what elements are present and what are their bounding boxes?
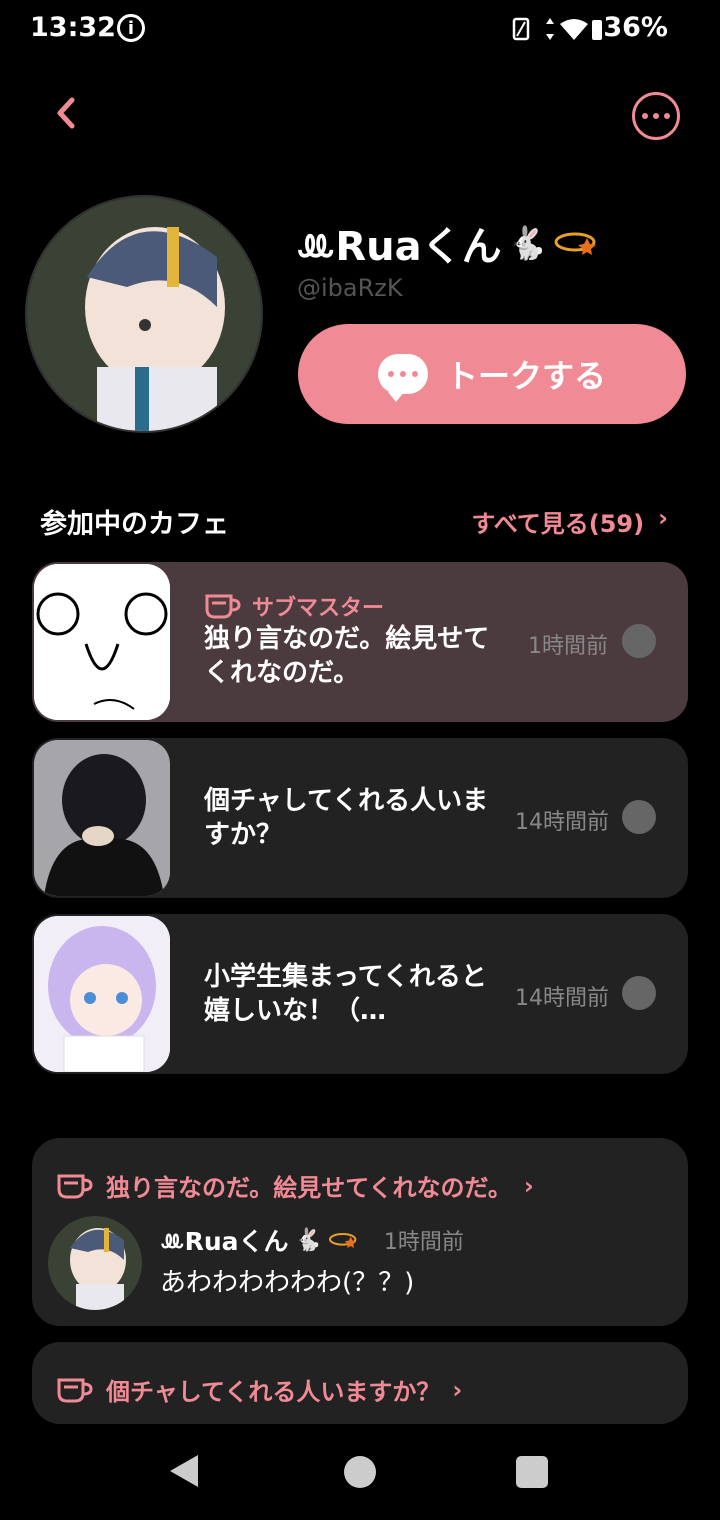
more-options-button[interactable] — [632, 92, 680, 140]
halo-icon — [554, 232, 597, 255]
rabbit-icon: 🐇 — [507, 224, 548, 262]
post-author: ꔛRuaくん 🐇 1時間前 — [160, 1222, 464, 1258]
post-body: あわわわわわわ(？？) — [160, 1268, 415, 1298]
battery-percent: 36% — [603, 12, 668, 43]
cafe-thumbnail — [34, 564, 170, 720]
halo-icon — [328, 1233, 357, 1248]
nav-recents-icon[interactable] — [516, 1456, 548, 1488]
chevron-right-icon: › — [658, 504, 668, 532]
talk-button[interactable]: トークする — [298, 324, 686, 424]
status-icons — [512, 16, 602, 46]
chevron-left-icon — [57, 97, 75, 129]
cafe-title: 小学生集まってくれると嬉しいな！（… — [204, 962, 487, 1026]
cafe-time: 1時間前 — [528, 634, 608, 659]
cafe-thumbnail — [34, 916, 170, 1072]
coffee-cup-icon — [57, 1378, 93, 1402]
post-cafe-link[interactable]: 個チャしてくれる人いますか？ › — [56, 1372, 462, 1407]
coffee-cup-icon — [205, 594, 241, 619]
coffee-cup-icon — [57, 1174, 93, 1198]
back-button[interactable] — [44, 88, 94, 138]
section-title: 参加中のカフェ — [40, 509, 229, 540]
member-avatar — [622, 800, 656, 834]
cafe-time: 14時間前 — [515, 810, 609, 835]
profile-avatar[interactable] — [25, 195, 263, 433]
info-icon: i — [117, 14, 145, 42]
cafe-time: 14時間前 — [515, 986, 609, 1011]
profile-name: ꔛRuaくん 🐇 — [296, 214, 601, 272]
cafe-title: 独り言なのだ。絵見せてくれなのだ。 — [204, 624, 490, 688]
member-avatar — [622, 624, 656, 658]
post-card[interactable]: 個チャしてくれる人いますか？ › — [32, 1342, 688, 1424]
cafe-title: 個チャしてくれる人いますか？ — [204, 786, 489, 850]
post-author-avatar[interactable] — [48, 1216, 142, 1310]
post-card[interactable]: 独り言なのだ。絵見せてくれなのだ。 › ꔛRuaくん 🐇 1時間前 あわわわわわ… — [32, 1138, 688, 1326]
chevron-right-icon: › — [523, 1171, 534, 1200]
see-all-link[interactable]: すべて見る(59) › — [471, 504, 668, 539]
cafe-card[interactable]: 個チャしてくれる人いますか？ 14時間前 — [32, 738, 688, 898]
cafe-role: サブマスター — [204, 590, 384, 622]
post-time: 1時間前 — [383, 1230, 464, 1255]
nav-back-icon[interactable] — [170, 1455, 198, 1487]
rabbit-icon: 🐇 — [294, 1227, 322, 1253]
cafe-card[interactable]: 小学生集まってくれると嬉しいな！（… 14時間前 — [32, 914, 688, 1074]
profile-handle: @ibaRzK — [297, 274, 403, 302]
chat-bubble-icon — [377, 354, 428, 402]
status-time: 13:32 — [30, 12, 116, 43]
member-avatar — [622, 976, 656, 1010]
cafe-card[interactable]: サブマスター 独り言なのだ。絵見せてくれなのだ。 1時間前 — [32, 562, 688, 722]
post-cafe-link[interactable]: 独り言なのだ。絵見せてくれなのだ。 › — [56, 1168, 534, 1203]
cafe-thumbnail — [34, 740, 170, 896]
chevron-right-icon: › — [452, 1375, 463, 1404]
more-horizontal-icon — [642, 113, 648, 119]
nav-home-icon[interactable] — [344, 1456, 376, 1488]
